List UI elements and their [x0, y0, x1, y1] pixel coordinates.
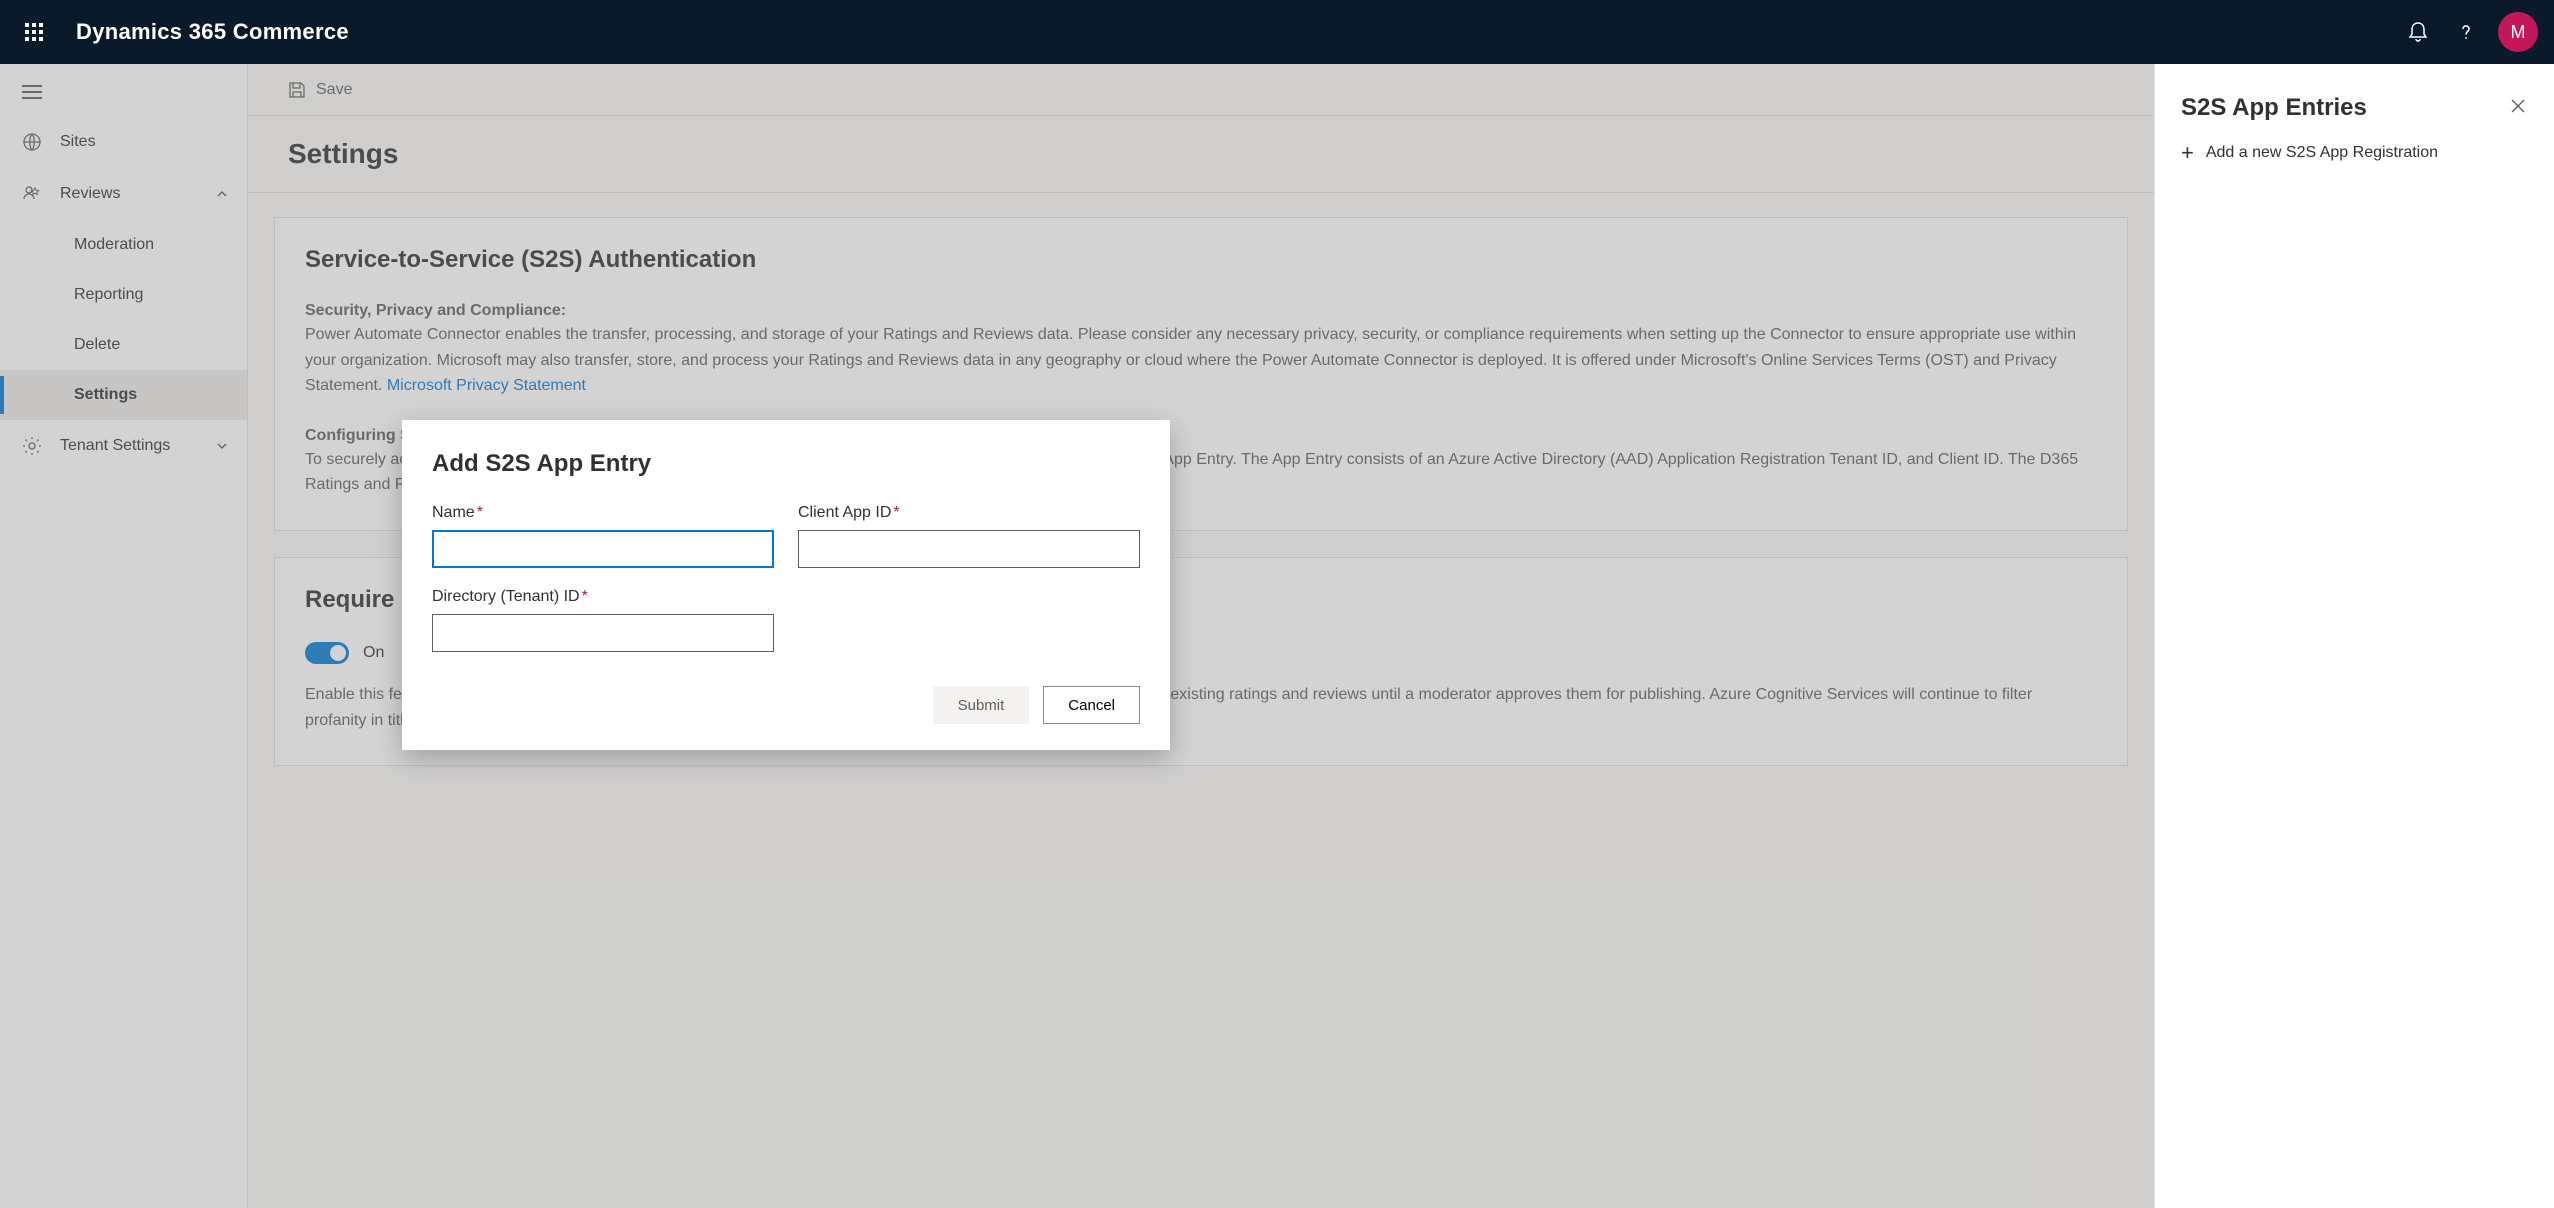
name-input[interactable]	[432, 530, 774, 568]
s2s-entries-panel: S2S App Entries + Add a new S2S App Regi…	[2154, 64, 2554, 1208]
privacy-statement-link[interactable]: Microsoft Privacy Statement	[387, 377, 586, 394]
top-nav-bar: Dynamics 365 Commerce M	[0, 0, 2554, 64]
sidebar-label-moderation: Moderation	[74, 236, 154, 254]
sidebar-item-settings[interactable]: Settings	[0, 370, 247, 420]
sidebar-item-moderation[interactable]: Moderation	[0, 220, 247, 270]
command-bar: Save	[248, 64, 2154, 116]
left-sidebar: Sites Reviews Moderation Reporting Delet…	[0, 64, 248, 1208]
sidebar-collapse-icon[interactable]	[22, 85, 42, 99]
add-s2s-entry-modal: Add S2S App Entry Name* Client App ID* D…	[402, 420, 1170, 750]
sidebar-label-reviews: Reviews	[60, 185, 120, 203]
save-button[interactable]: Save	[316, 81, 352, 99]
sidebar-item-delete[interactable]: Delete	[0, 320, 247, 370]
submit-button[interactable]: Submit	[933, 686, 1030, 724]
globe-icon	[22, 132, 42, 152]
modal-title: Add S2S App Entry	[432, 450, 1140, 478]
s2s-heading: Service-to-Service (S2S) Authentication	[305, 246, 2097, 274]
add-s2s-label: Add a new S2S App Registration	[2206, 144, 2438, 162]
gear-icon	[22, 436, 42, 456]
reviews-icon	[22, 184, 42, 204]
add-s2s-registration-button[interactable]: + Add a new S2S App Registration	[2181, 142, 2528, 164]
client-app-id-label: Client App ID*	[798, 504, 1140, 522]
sidebar-item-sites[interactable]: Sites	[0, 116, 247, 168]
notifications-icon[interactable]	[2394, 8, 2442, 56]
avatar-initial: M	[2511, 22, 2526, 43]
sidebar-item-reviews[interactable]: Reviews	[0, 168, 247, 220]
directory-tenant-id-label: Directory (Tenant) ID*	[432, 588, 774, 606]
chevron-up-icon	[215, 187, 229, 201]
name-field-label: Name*	[432, 504, 774, 522]
help-icon[interactable]	[2442, 8, 2490, 56]
security-body: Power Automate Connector enables the tra…	[305, 322, 2097, 399]
require-moderator-toggle[interactable]	[305, 642, 349, 664]
user-avatar[interactable]: M	[2498, 12, 2538, 52]
close-icon[interactable]	[2510, 98, 2526, 114]
security-label: Security, Privacy and Compliance:	[305, 302, 2097, 320]
plus-icon: +	[2181, 142, 2194, 164]
sidebar-label-tenant-settings: Tenant Settings	[60, 437, 170, 455]
app-launcher-icon[interactable]	[16, 14, 52, 50]
toggle-state-label: On	[363, 644, 384, 662]
sidebar-label-reporting: Reporting	[74, 286, 143, 304]
directory-tenant-id-input[interactable]	[432, 614, 774, 652]
cancel-button[interactable]: Cancel	[1043, 686, 1140, 724]
sidebar-item-reporting[interactable]: Reporting	[0, 270, 247, 320]
client-app-id-input[interactable]	[798, 530, 1140, 568]
chevron-down-icon	[215, 439, 229, 453]
page-title: Settings	[288, 138, 2114, 170]
sidebar-label-sites: Sites	[60, 133, 96, 151]
sidebar-label-settings: Settings	[74, 386, 137, 404]
sidebar-label-delete: Delete	[74, 336, 120, 354]
product-brand: Dynamics 365 Commerce	[76, 19, 349, 45]
save-icon	[288, 81, 306, 99]
sidebar-item-tenant-settings[interactable]: Tenant Settings	[0, 420, 247, 472]
panel-title: S2S App Entries	[2181, 94, 2528, 122]
